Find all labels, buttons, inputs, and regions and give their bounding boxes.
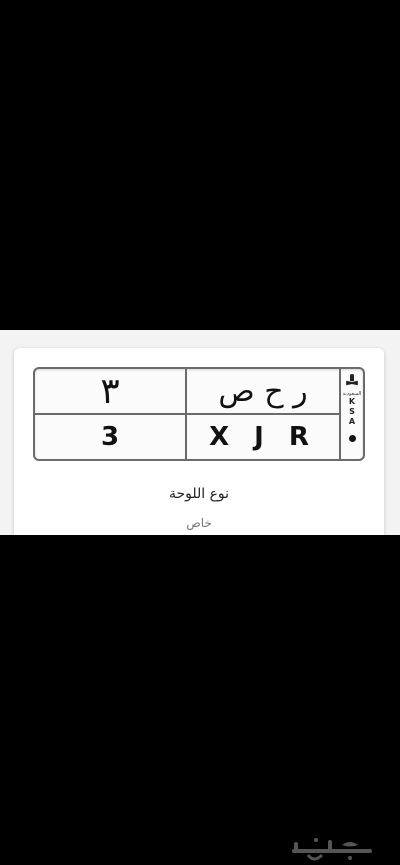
ksa-strip: السعودية K S A (339, 369, 363, 459)
country-letter-k: K (348, 397, 356, 406)
plate-number-english: 3 (35, 415, 187, 459)
plate-letters-arabic: ر ح ص (187, 369, 339, 415)
country-letter-a: A (348, 417, 356, 426)
plate-grid: ٣ ر ح ص 3 X J R (35, 369, 341, 459)
saudi-emblem-icon (345, 374, 359, 390)
country-letter-s: S (349, 407, 355, 416)
plate-card: ٣ ر ح ص 3 X J R السعودية K S A نوع اللوح… (14, 348, 384, 535)
plate-letters-english: X J R (209, 422, 317, 452)
haraj-watermark-logo (292, 838, 372, 861)
plate-number-arabic: ٣ (35, 369, 187, 415)
plate-dot-icon (348, 435, 356, 442)
plate-type-value: خاص (186, 516, 212, 530)
plate-type-label: نوع اللوحة (168, 486, 230, 502)
license-plate: ٣ ر ح ص 3 X J R السعودية K S A (33, 367, 365, 461)
